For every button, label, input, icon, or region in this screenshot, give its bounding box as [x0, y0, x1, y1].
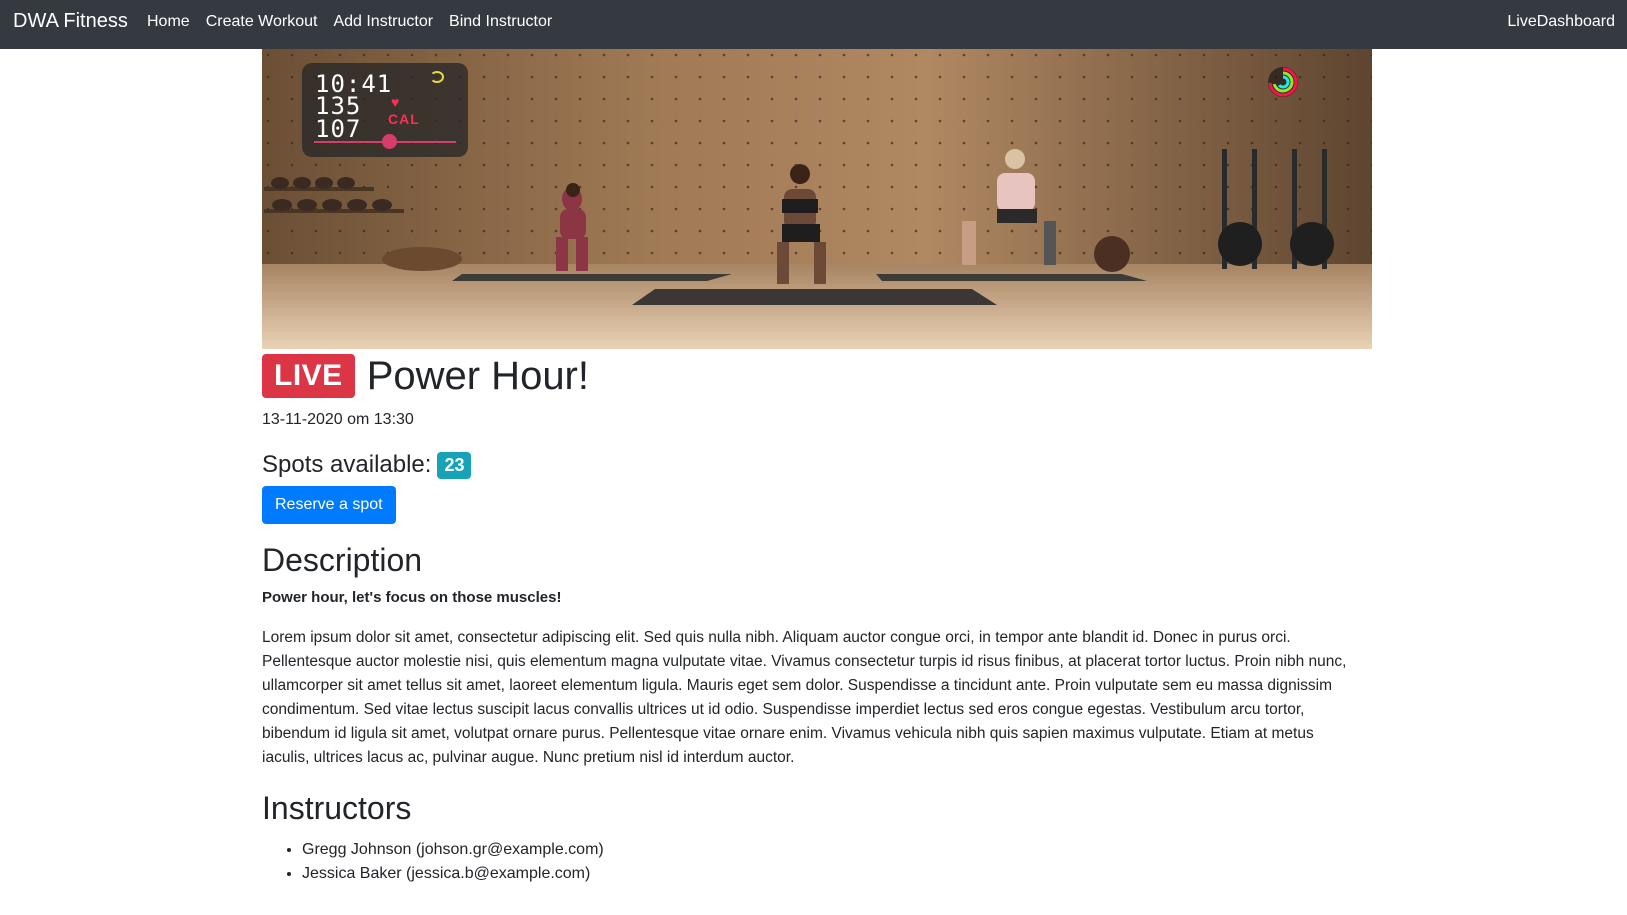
workout-video[interactable]: 10:41 135 ♥ 107 CAL: [262, 49, 1372, 349]
watch-calories: 107: [315, 115, 362, 143]
workout-header: LIVE Power Hour!: [262, 354, 589, 398]
instructor-item: Gregg Johnson (johson.gr@example.com): [302, 838, 604, 862]
heart-icon: ♥: [391, 94, 400, 110]
instructor-item: Jessica Baker (jessica.b@example.com): [302, 862, 604, 886]
nav-link-home[interactable]: Home: [147, 13, 190, 31]
nav-link-add-instructor[interactable]: Add Instructor: [333, 13, 433, 31]
workout-date: 13-11-2020 om 13:30: [262, 411, 414, 428]
nav-link-bind-instructor[interactable]: Bind Instructor: [449, 13, 552, 31]
nav-link-create-workout[interactable]: Create Workout: [206, 13, 318, 31]
page-title: Power Hour!: [366, 354, 589, 398]
spots-label: Spots available:: [262, 451, 432, 478]
activity-rings-icon: [1268, 67, 1298, 97]
watch-overlay: 10:41 135 ♥ 107 CAL: [302, 63, 468, 157]
lightning-icon: [382, 134, 397, 149]
description-body: Lorem ipsum dolor sit amet, consectetur …: [262, 629, 1347, 766]
nav-links: Home Create Workout Add Instructor Bind …: [147, 13, 552, 31]
main-content: 10:41 135 ♥ 107 CAL LIVE Power Hour! 13-…: [262, 49, 1372, 882]
spots-available: Spots available: 23: [262, 451, 472, 479]
spots-count-badge: 23: [437, 451, 472, 479]
description-lead: Power hour, let's focus on those muscles…: [262, 589, 562, 606]
live-badge: LIVE: [262, 354, 355, 398]
reserve-spot-button[interactable]: Reserve a spot: [262, 486, 396, 524]
top-navbar: DWA Fitness Home Create Workout Add Inst…: [0, 0, 1627, 49]
moon-icon: [430, 71, 444, 83]
instructors-list: Gregg Johnson (johson.gr@example.com) Je…: [302, 838, 604, 886]
watch-calories-unit: CAL: [388, 111, 420, 127]
nav-link-live-dashboard[interactable]: LiveDashboard: [1507, 13, 1615, 31]
description-heading: Description: [262, 542, 423, 578]
brand-link[interactable]: DWA Fitness: [13, 10, 128, 33]
instructors-heading: Instructors: [262, 790, 412, 826]
